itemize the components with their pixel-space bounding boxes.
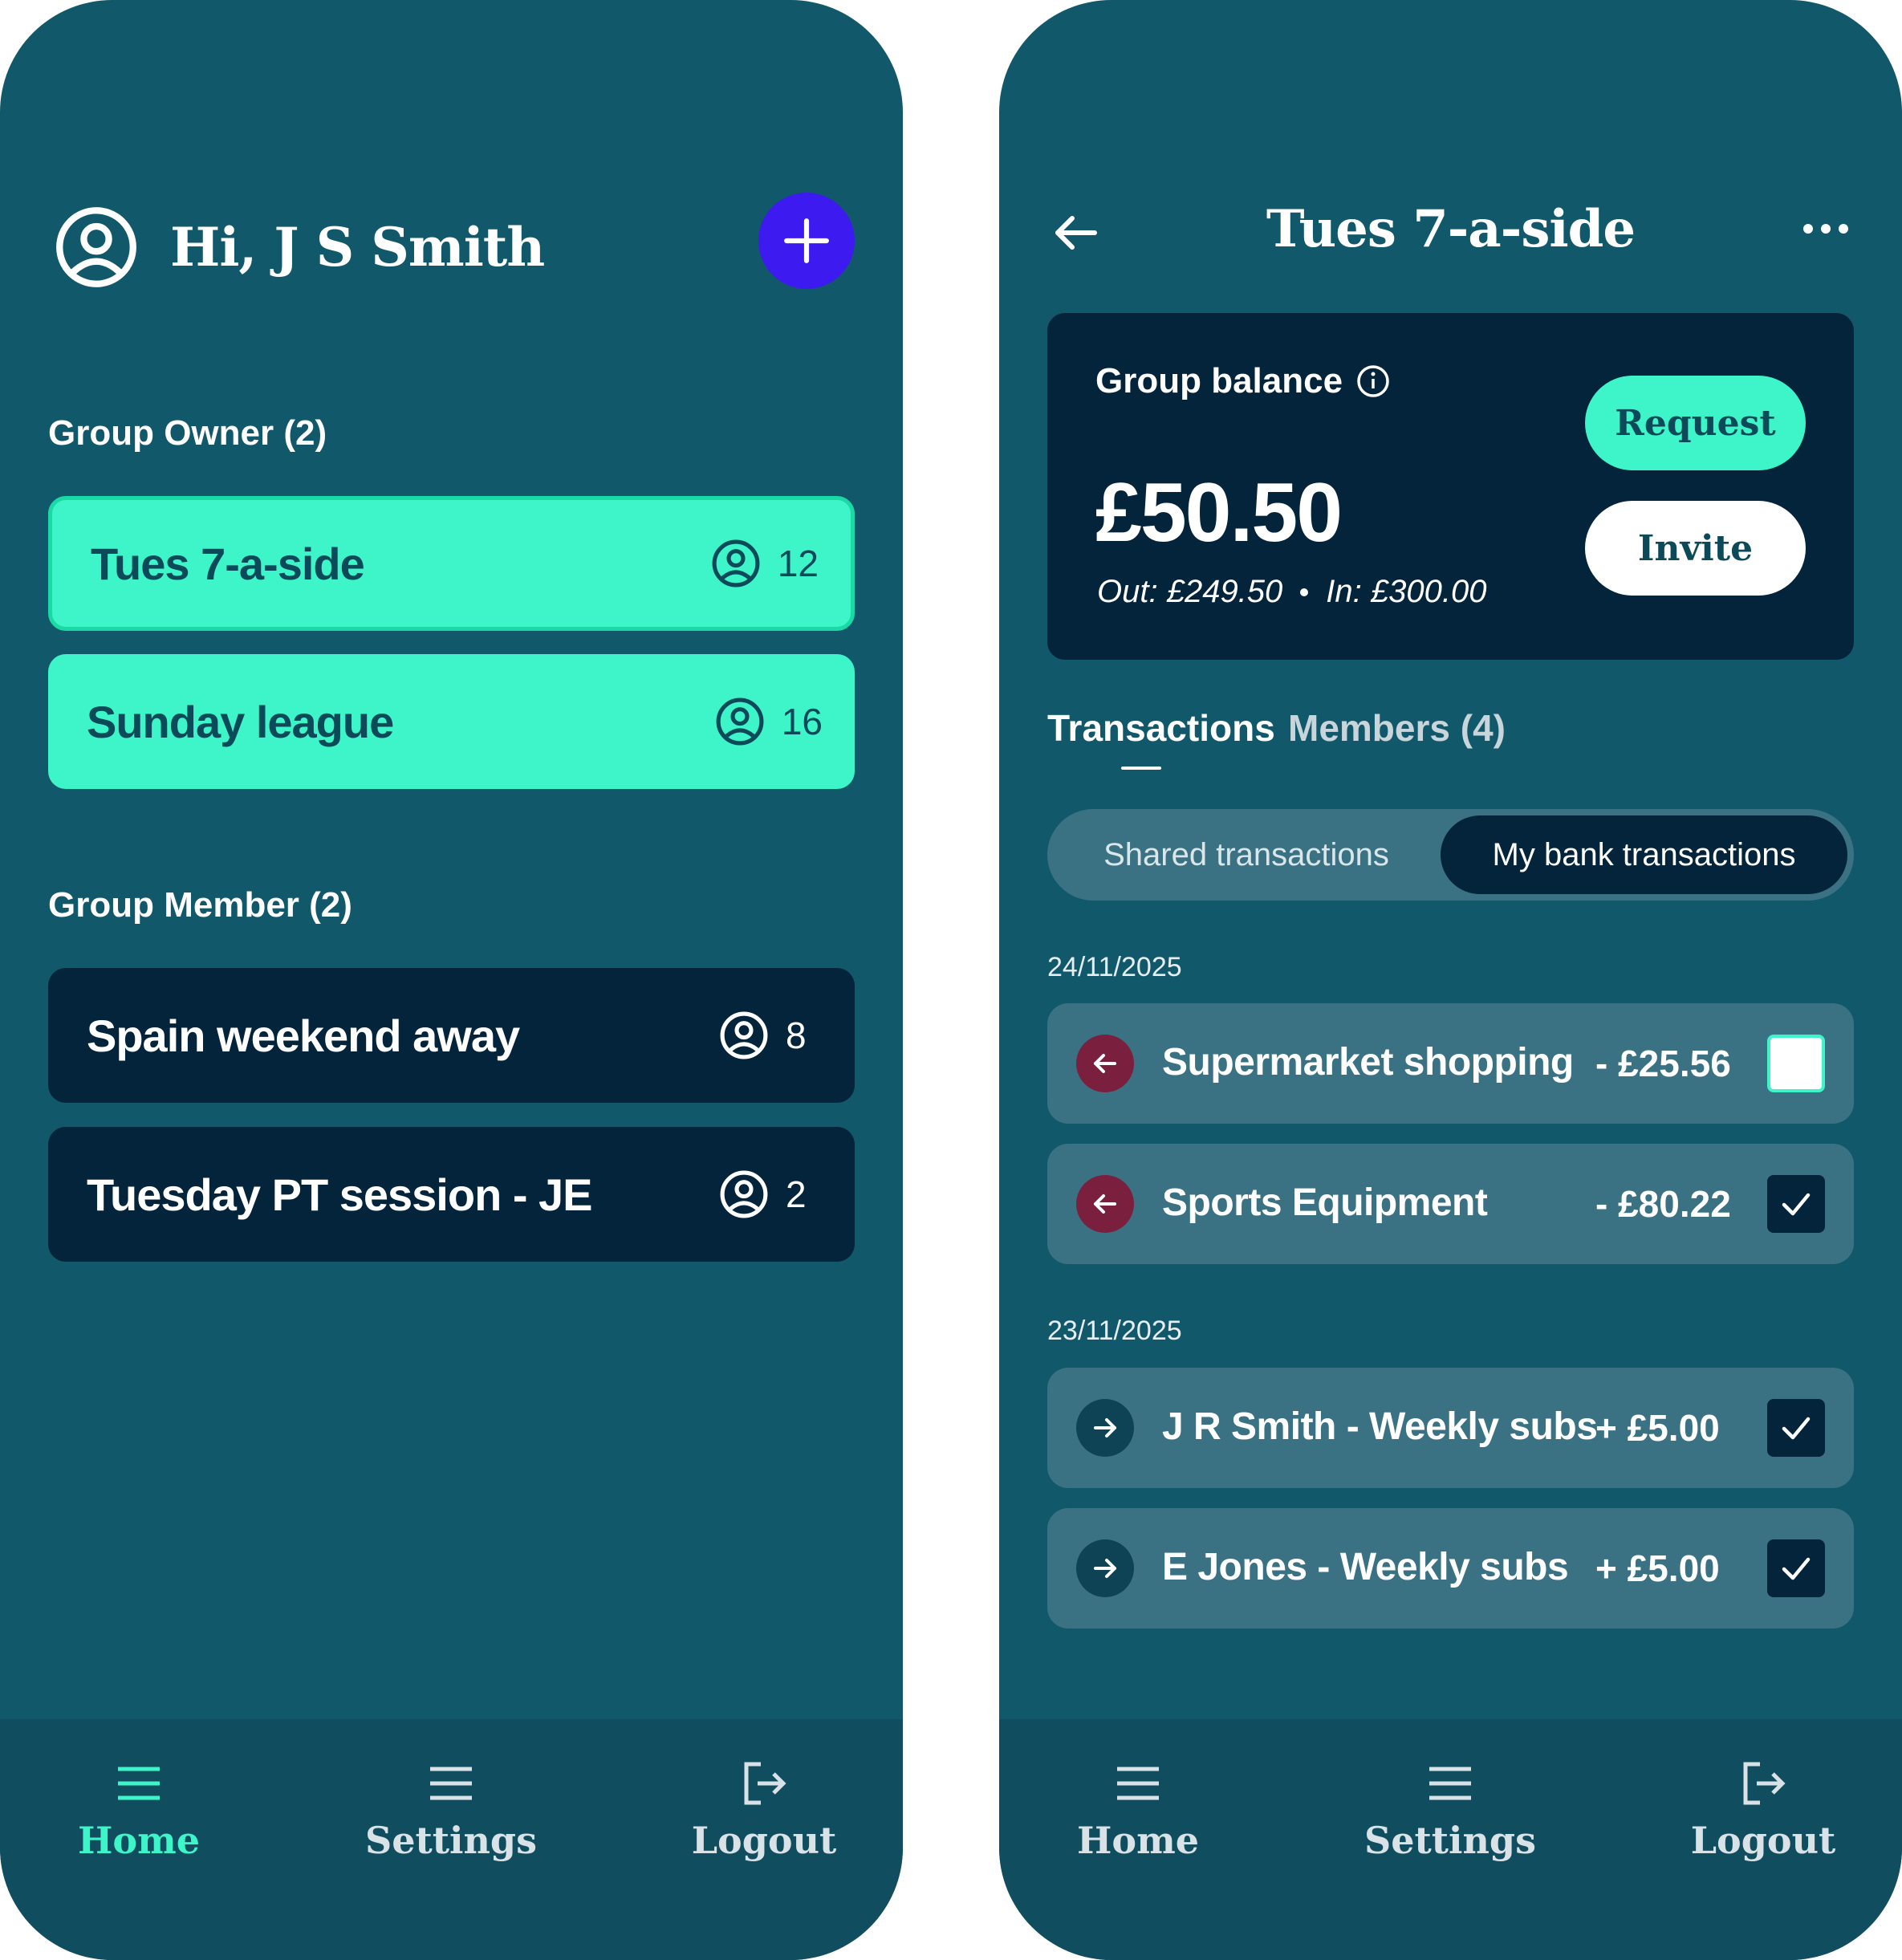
home-header: Hi, J S Smith bbox=[55, 205, 857, 289]
balance-label-text: Group balance bbox=[1095, 361, 1343, 401]
outgoing-icon bbox=[1076, 1175, 1134, 1233]
group-card-tues-7-a-side[interactable]: Tues 7-a-side 12 bbox=[48, 496, 855, 631]
balance-label: Group balance bbox=[1095, 361, 1391, 401]
nav-logout[interactable]: Logout bbox=[660, 1759, 868, 1862]
segment-my-bank-transactions[interactable]: My bank transactions bbox=[1441, 815, 1847, 894]
transaction-row[interactable]: J R Smith - Weekly subs + £5.00 bbox=[1047, 1368, 1854, 1488]
group-name: Spain weekend away bbox=[87, 1010, 520, 1061]
members-icon bbox=[720, 1170, 768, 1218]
transaction-name: Supermarket shopping bbox=[1162, 1041, 1574, 1084]
home-screen: Hi, J S Smith Group Owner (2) Tues 7-a-s… bbox=[0, 0, 903, 1960]
transaction-name: Sports Equipment bbox=[1162, 1181, 1488, 1224]
transaction-row[interactable]: Supermarket shopping - £25.56 bbox=[1047, 1003, 1854, 1124]
member-count-value: 2 bbox=[786, 1173, 807, 1215]
transaction-row[interactable]: Sports Equipment - £80.22 bbox=[1047, 1144, 1854, 1264]
arrow-right-icon bbox=[1094, 1559, 1116, 1578]
check-icon bbox=[1782, 1417, 1811, 1440]
members-icon bbox=[712, 539, 760, 588]
hamburger-icon bbox=[430, 1767, 472, 1800]
incoming-icon bbox=[1076, 1399, 1134, 1457]
nav-logout-label: Logout bbox=[691, 1819, 837, 1862]
invite-button[interactable]: Invite bbox=[1585, 501, 1806, 596]
nav-home[interactable]: Home bbox=[35, 1759, 243, 1862]
member-count: 12 bbox=[710, 538, 819, 589]
arrow-left-icon bbox=[1094, 1194, 1116, 1214]
nav-settings[interactable]: Settings bbox=[1346, 1759, 1555, 1862]
hamburger-icon bbox=[118, 1767, 160, 1800]
transaction-filter: Shared transactions My bank transactions bbox=[1047, 809, 1854, 901]
group-card-tuesday-pt-session[interactable]: Tuesday PT session - JE 2 bbox=[48, 1127, 855, 1262]
transaction-amount: - £80.22 bbox=[1595, 1183, 1731, 1225]
greeting-text: Hi, J S Smith bbox=[170, 215, 545, 279]
nav-home[interactable]: Home bbox=[1034, 1759, 1242, 1862]
logout-icon bbox=[1743, 1762, 1786, 1805]
group-card-spain-weekend-away[interactable]: Spain weekend away 8 bbox=[48, 968, 855, 1103]
bottom-nav: Home Settings Logout bbox=[0, 1719, 903, 1960]
balance-card: Group balance £50.50 Out: £249.50 In: £3… bbox=[1047, 313, 1854, 660]
transaction-name: J R Smith - Weekly subs bbox=[1162, 1405, 1598, 1448]
nav-logout-label: Logout bbox=[1690, 1819, 1836, 1862]
balance-in: In: £300.00 bbox=[1326, 574, 1487, 609]
members-icon bbox=[716, 697, 764, 746]
share-checkbox[interactable] bbox=[1767, 1175, 1825, 1233]
add-group-button[interactable] bbox=[758, 193, 855, 289]
transaction-amount: + £5.00 bbox=[1595, 1547, 1720, 1589]
incoming-icon bbox=[1076, 1539, 1134, 1597]
active-tab-indicator bbox=[1121, 767, 1161, 770]
member-count: 2 bbox=[718, 1169, 823, 1220]
group-owner-heading: Group Owner (2) bbox=[48, 413, 327, 453]
balance-breakdown: Out: £249.50 In: £300.00 bbox=[1097, 574, 1486, 610]
tab-members[interactable]: Members (4) bbox=[1288, 706, 1506, 750]
tab-transactions[interactable]: Transactions bbox=[1047, 706, 1275, 750]
balance-amount: £50.50 bbox=[1095, 466, 1343, 559]
nav-settings-label: Settings bbox=[1364, 1819, 1536, 1862]
user-circle-icon[interactable] bbox=[55, 205, 138, 289]
transaction-amount: - £25.56 bbox=[1595, 1043, 1731, 1084]
member-count-value: 16 bbox=[781, 701, 823, 742]
members-icon bbox=[720, 1011, 768, 1059]
group-name: Tues 7-a-side bbox=[91, 538, 365, 589]
info-icon[interactable] bbox=[1355, 364, 1391, 399]
balance-out: Out: £249.50 bbox=[1097, 574, 1283, 609]
bottom-nav: Home Settings Logout bbox=[999, 1719, 1902, 1960]
share-checkbox[interactable] bbox=[1767, 1035, 1825, 1092]
group-name: Tuesday PT session - JE bbox=[87, 1169, 593, 1220]
hamburger-icon bbox=[1117, 1767, 1159, 1800]
logout-icon bbox=[744, 1762, 786, 1805]
group-detail-screen: Tues 7-a-side Group balance £50.50 Out: … bbox=[999, 0, 1902, 1960]
group-member-heading: Group Member (2) bbox=[48, 885, 352, 925]
top-bar: Tues 7-a-side bbox=[999, 185, 1902, 273]
transaction-name: E Jones - Weekly subs bbox=[1162, 1546, 1569, 1588]
member-count: 16 bbox=[714, 696, 823, 747]
nav-settings-label: Settings bbox=[365, 1819, 537, 1862]
outgoing-icon bbox=[1076, 1035, 1134, 1092]
group-name: Sunday league bbox=[87, 696, 394, 747]
date-heading: 23/11/2025 bbox=[1047, 1315, 1182, 1346]
arrow-left-icon bbox=[1094, 1054, 1116, 1073]
member-count: 8 bbox=[718, 1010, 823, 1061]
ellipsis-icon[interactable] bbox=[1802, 217, 1850, 241]
share-checkbox[interactable] bbox=[1767, 1399, 1825, 1457]
check-icon bbox=[1782, 1193, 1811, 1216]
group-card-sunday-league[interactable]: Sunday league 16 bbox=[48, 654, 855, 789]
check-icon bbox=[1782, 1557, 1811, 1580]
member-count-value: 12 bbox=[777, 543, 819, 584]
share-checkbox[interactable] bbox=[1767, 1539, 1825, 1597]
date-heading: 24/11/2025 bbox=[1047, 952, 1182, 982]
page-title: Tues 7-a-side bbox=[1266, 199, 1636, 259]
transaction-amount: + £5.00 bbox=[1595, 1407, 1720, 1449]
segment-shared-transactions[interactable]: Shared transactions bbox=[1054, 815, 1439, 894]
nav-home-label: Home bbox=[77, 1819, 201, 1862]
tab-bar: Transactions Members (4) bbox=[1047, 706, 1854, 787]
member-count-value: 8 bbox=[786, 1015, 807, 1056]
nav-logout[interactable]: Logout bbox=[1659, 1759, 1867, 1862]
separator-dot bbox=[1300, 588, 1309, 596]
request-button[interactable]: Request bbox=[1585, 376, 1806, 470]
nav-settings[interactable]: Settings bbox=[347, 1759, 555, 1862]
plus-icon bbox=[784, 218, 829, 263]
hamburger-icon bbox=[1429, 1767, 1471, 1800]
transaction-row[interactable]: E Jones - Weekly subs + £5.00 bbox=[1047, 1508, 1854, 1629]
arrow-right-icon bbox=[1094, 1418, 1116, 1437]
nav-home-label: Home bbox=[1076, 1819, 1200, 1862]
